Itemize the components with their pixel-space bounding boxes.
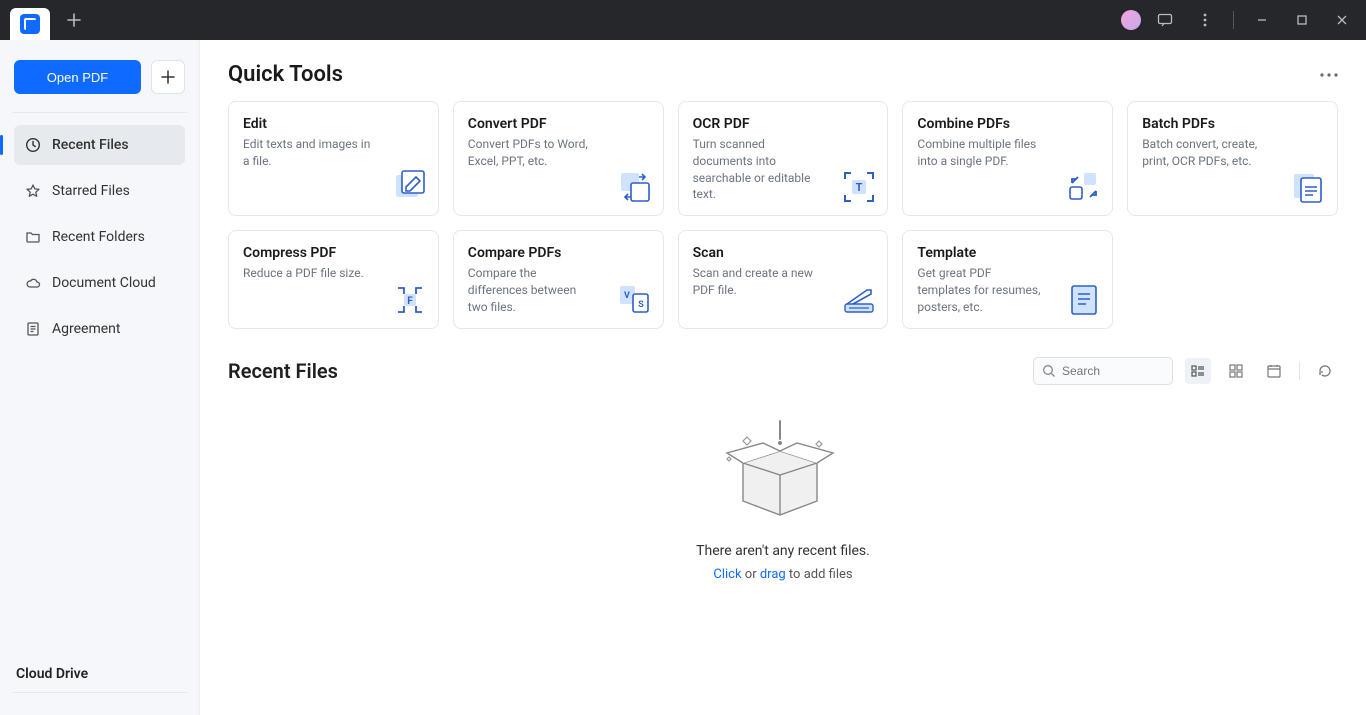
- quick-tools-title: Quick Tools: [228, 62, 343, 87]
- convert-icon: [617, 169, 653, 205]
- view-calendar-button[interactable]: [1261, 358, 1287, 384]
- empty-sub-text: Click or drag to add files: [713, 567, 852, 582]
- empty-box-icon: [723, 415, 843, 525]
- template-icon: [1066, 282, 1102, 318]
- compare-icon: VS: [617, 282, 653, 318]
- empty-click-link[interactable]: Click: [713, 567, 741, 582]
- sidebar-divider: [12, 112, 187, 113]
- clock-icon: [24, 136, 42, 154]
- sidebar: Open PDF Recent Files Starred Files Rece…: [0, 40, 200, 715]
- empty-main-text: There aren't any recent files.: [696, 543, 870, 559]
- new-tab-button[interactable]: [60, 6, 88, 34]
- create-pdf-button[interactable]: [151, 60, 185, 94]
- tool-card-scan[interactable]: Scan Scan and create a new PDF file.: [678, 230, 889, 328]
- view-list-button[interactable]: [1185, 358, 1211, 384]
- search-input[interactable]: [1062, 364, 1164, 378]
- view-grid-button[interactable]: [1223, 358, 1249, 384]
- tool-title: Template: [917, 245, 1098, 261]
- app-home-tab[interactable]: [10, 8, 50, 40]
- recent-files-title: Recent Files: [228, 359, 338, 383]
- sidebar-item-recent-folders[interactable]: Recent Folders: [14, 217, 185, 257]
- user-avatar[interactable]: [1121, 10, 1141, 30]
- tool-desc: Turn scanned documents into searchable o…: [693, 136, 823, 203]
- star-icon: [24, 182, 42, 200]
- compress-icon: F: [392, 282, 428, 318]
- sidebar-bottom-divider: [12, 692, 187, 693]
- tool-desc: Combine multiple files into a single PDF…: [917, 136, 1047, 170]
- tool-card-compare[interactable]: Compare PDFs Compare the differences bet…: [453, 230, 664, 328]
- folder-icon: [24, 228, 42, 246]
- tool-desc: Edit texts and images in a file.: [243, 136, 373, 170]
- empty-state: There aren't any recent files. Click or …: [228, 415, 1338, 582]
- tool-card-ocr[interactable]: OCR PDF Turn scanned documents into sear…: [678, 101, 889, 216]
- main-content: Quick Tools Edit Edit texts and images i…: [200, 40, 1366, 715]
- titlebar: [0, 0, 1366, 40]
- tool-desc: Convert PDFs to Word, Excel, PPT, etc.: [468, 136, 598, 170]
- sidebar-item-label: Recent Folders: [52, 229, 145, 245]
- open-pdf-button[interactable]: Open PDF: [14, 60, 141, 94]
- tool-title: Combine PDFs: [917, 116, 1098, 132]
- tool-grid: Edit Edit texts and images in a file. Co…: [228, 101, 1338, 329]
- batch-icon: [1291, 169, 1327, 205]
- tool-card-compress[interactable]: Compress PDF Reduce a PDF file size. F: [228, 230, 439, 328]
- tool-title: Compress PDF: [243, 245, 424, 261]
- svg-text:V: V: [624, 291, 630, 301]
- chat-icon[interactable]: [1149, 4, 1181, 36]
- svg-text:F: F: [407, 296, 413, 307]
- tool-title: Batch PDFs: [1142, 116, 1323, 132]
- titlebar-divider: [1233, 11, 1234, 29]
- sidebar-item-label: Agreement: [52, 321, 120, 337]
- tool-title: OCR PDF: [693, 116, 874, 132]
- tool-title: Convert PDF: [468, 116, 649, 132]
- quick-tools-more-button[interactable]: [1320, 69, 1338, 81]
- tool-desc: Get great PDF templates for resumes, pos…: [917, 265, 1047, 315]
- tool-title: Edit: [243, 116, 424, 132]
- sidebar-item-label: Starred Files: [52, 183, 130, 199]
- cloud-drive-heading: Cloud Drive: [14, 662, 185, 692]
- doc-icon: [24, 320, 42, 338]
- window-minimize-button[interactable]: [1246, 4, 1278, 36]
- kebab-menu-icon[interactable]: [1189, 4, 1221, 36]
- tool-card-batch[interactable]: Batch PDFs Batch convert, create, print,…: [1127, 101, 1338, 216]
- ocr-icon: T: [841, 169, 877, 205]
- tool-desc: Compare the differences between two file…: [468, 265, 598, 315]
- svg-text:T: T: [856, 181, 863, 194]
- tool-card-convert[interactable]: Convert PDF Convert PDFs to Word, Excel,…: [453, 101, 664, 216]
- scan-icon: [841, 282, 877, 318]
- sidebar-item-starred-files[interactable]: Starred Files: [14, 171, 185, 211]
- app-logo-icon: [20, 14, 40, 34]
- search-box[interactable]: [1033, 357, 1173, 385]
- tool-desc: Reduce a PDF file size.: [243, 265, 373, 282]
- tool-card-combine[interactable]: Combine PDFs Combine multiple files into…: [902, 101, 1113, 216]
- tool-card-edit[interactable]: Edit Edit texts and images in a file.: [228, 101, 439, 216]
- controls-divider: [1299, 362, 1300, 380]
- tool-desc: Batch convert, create, print, OCR PDFs, …: [1142, 136, 1272, 170]
- tool-title: Scan: [693, 245, 874, 261]
- combine-icon: [1066, 169, 1102, 205]
- empty-drag-link[interactable]: drag: [760, 567, 786, 582]
- svg-text:S: S: [638, 300, 644, 310]
- sidebar-item-label: Recent Files: [52, 137, 129, 153]
- sidebar-item-document-cloud[interactable]: Document Cloud: [14, 263, 185, 303]
- tool-card-template[interactable]: Template Get great PDF templates for res…: [902, 230, 1113, 328]
- window-close-button[interactable]: [1326, 4, 1358, 36]
- window-maximize-button[interactable]: [1286, 4, 1318, 36]
- edit-icon: [392, 169, 428, 205]
- refresh-button[interactable]: [1312, 358, 1338, 384]
- sidebar-item-agreement[interactable]: Agreement: [14, 309, 185, 349]
- sidebar-item-recent-files[interactable]: Recent Files: [14, 125, 185, 165]
- tool-title: Compare PDFs: [468, 245, 649, 261]
- cloud-icon: [24, 274, 42, 292]
- search-icon: [1042, 364, 1056, 378]
- sidebar-item-label: Document Cloud: [52, 275, 156, 291]
- tool-desc: Scan and create a new PDF file.: [693, 265, 823, 299]
